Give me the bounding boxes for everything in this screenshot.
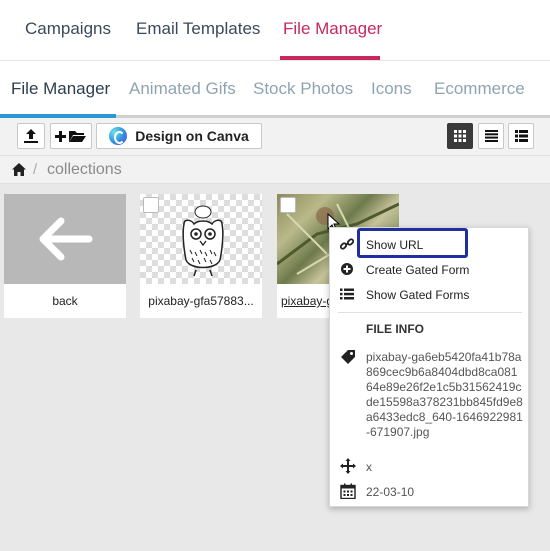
dimensions-icon bbox=[340, 458, 356, 474]
new-folder-button[interactable] bbox=[50, 123, 92, 149]
file-info-dimensions: x bbox=[366, 460, 372, 474]
file-name: back bbox=[52, 294, 78, 308]
subtab-icons[interactable]: Icons bbox=[371, 79, 412, 99]
subtab-animated-gifs[interactable]: Animated Gifs bbox=[129, 79, 236, 99]
menu-item-show-gated-forms[interactable]: Show Gated Forms bbox=[330, 284, 530, 306]
show-url-highlight bbox=[357, 228, 468, 258]
subtab-file-manager[interactable]: File Manager bbox=[11, 79, 110, 99]
grid-large-view-button[interactable] bbox=[447, 123, 473, 149]
canva-logo-icon bbox=[109, 127, 128, 145]
list-view-button[interactable] bbox=[478, 123, 504, 149]
menu-item-label: Create Gated Form bbox=[366, 263, 470, 277]
breadcrumb-separator: / bbox=[33, 161, 38, 178]
file-context-menu: Show URL Create Gated Form Show Gated Fo… bbox=[329, 227, 529, 507]
file-info-date: 22-03-10 bbox=[366, 485, 415, 499]
file-tile[interactable]: pixabay-gfa57883... bbox=[140, 194, 262, 318]
upload-button[interactable] bbox=[17, 123, 45, 149]
new-folder-icon bbox=[55, 131, 86, 142]
canva-button-label: Design on Canva bbox=[135, 128, 249, 144]
back-thumbnail[interactable] bbox=[4, 194, 126, 284]
arrow-left-icon bbox=[39, 217, 93, 261]
grid-small-view-icon bbox=[514, 130, 528, 142]
plus-circle-icon bbox=[341, 263, 353, 275]
menu-item-create-gated-form[interactable]: Create Gated Form bbox=[330, 259, 530, 281]
active-tab-indicator bbox=[280, 56, 380, 60]
file-select-checkbox[interactable] bbox=[280, 197, 296, 213]
file-info-heading: FILE INFO bbox=[366, 322, 424, 336]
breadcrumb: / collections bbox=[0, 155, 550, 184]
subtab-stock-photos[interactable]: Stock Photos bbox=[253, 79, 353, 99]
toolbar: Design on Canva bbox=[0, 118, 550, 155]
file-tile-back[interactable]: back bbox=[4, 194, 126, 318]
subtab-ecommerce[interactable]: Ecommerce bbox=[434, 79, 525, 99]
home-icon[interactable] bbox=[12, 163, 26, 176]
link-icon bbox=[340, 238, 354, 250]
tab-email-templates[interactable]: Email Templates bbox=[136, 19, 260, 39]
list-icon bbox=[340, 288, 354, 300]
tab-file-manager[interactable]: File Manager bbox=[283, 19, 382, 39]
grid-small-view-button[interactable] bbox=[508, 123, 534, 149]
breadcrumb-current[interactable]: collections bbox=[47, 161, 122, 179]
top-nav: Campaigns Email Templates File Manager bbox=[0, 0, 550, 61]
tag-icon bbox=[341, 350, 355, 364]
calendar-icon bbox=[340, 483, 356, 499]
sub-nav: File Manager Animated Gifs Stock Photos … bbox=[0, 61, 550, 118]
tab-campaigns[interactable]: Campaigns bbox=[25, 19, 111, 39]
menu-divider bbox=[338, 312, 522, 313]
file-info-filename: pixabay-ga6eb5420fa41b78a869cec9b6a8404d… bbox=[366, 350, 523, 439]
design-on-canva-button[interactable]: Design on Canva bbox=[96, 123, 262, 149]
upload-icon bbox=[24, 129, 38, 143]
file-name: pixabay-gfa57883... bbox=[148, 294, 254, 308]
menu-item-label: Show Gated Forms bbox=[366, 288, 470, 302]
file-select-checkbox[interactable] bbox=[143, 197, 159, 213]
list-view-icon bbox=[484, 130, 498, 142]
grid-large-view-icon bbox=[454, 130, 466, 142]
